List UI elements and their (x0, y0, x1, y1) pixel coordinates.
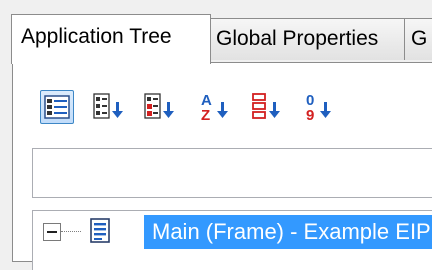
tab-application-tree[interactable]: Application Tree (11, 14, 211, 64)
tab-label: Global Properties (216, 27, 379, 50)
sort-alphabetical-button[interactable]: A Z (198, 90, 232, 124)
svg-text:9: 9 (306, 107, 314, 124)
tab-strip: Application Tree Global Properties G (0, 0, 432, 64)
categorized-view-button[interactable] (40, 90, 74, 124)
categorized-view-icon (44, 95, 70, 119)
tab-global-properties[interactable]: Global Properties (209, 18, 405, 60)
sort-by-type-icon (93, 93, 123, 119)
sort-numeric-icon: 0 9 (306, 92, 331, 124)
tree-node-main[interactable]: Main (Frame) - Example EIP (144, 215, 432, 249)
frame-node-icon (90, 218, 110, 243)
search-input[interactable] (32, 148, 432, 198)
tab-partial[interactable]: G (404, 18, 432, 60)
sort-by-category-button[interactable] (143, 90, 177, 124)
sort-alphabetical-icon: A Z (201, 92, 228, 124)
svg-text:Z: Z (201, 107, 210, 124)
tab-label: G (411, 27, 428, 50)
sort-numeric-button[interactable]: 0 9 (302, 90, 336, 124)
tree-connector (61, 231, 81, 232)
tab-label: Application Tree (21, 25, 172, 48)
sort-by-hierarchy-button[interactable] (250, 90, 284, 124)
collapse-toggle[interactable] (43, 223, 61, 241)
sort-by-category-icon (144, 93, 174, 119)
application-tree: Main (Frame) - Example EIP (32, 210, 432, 270)
sort-by-type-button[interactable] (92, 90, 126, 124)
sort-by-hierarchy-icon (252, 93, 280, 119)
